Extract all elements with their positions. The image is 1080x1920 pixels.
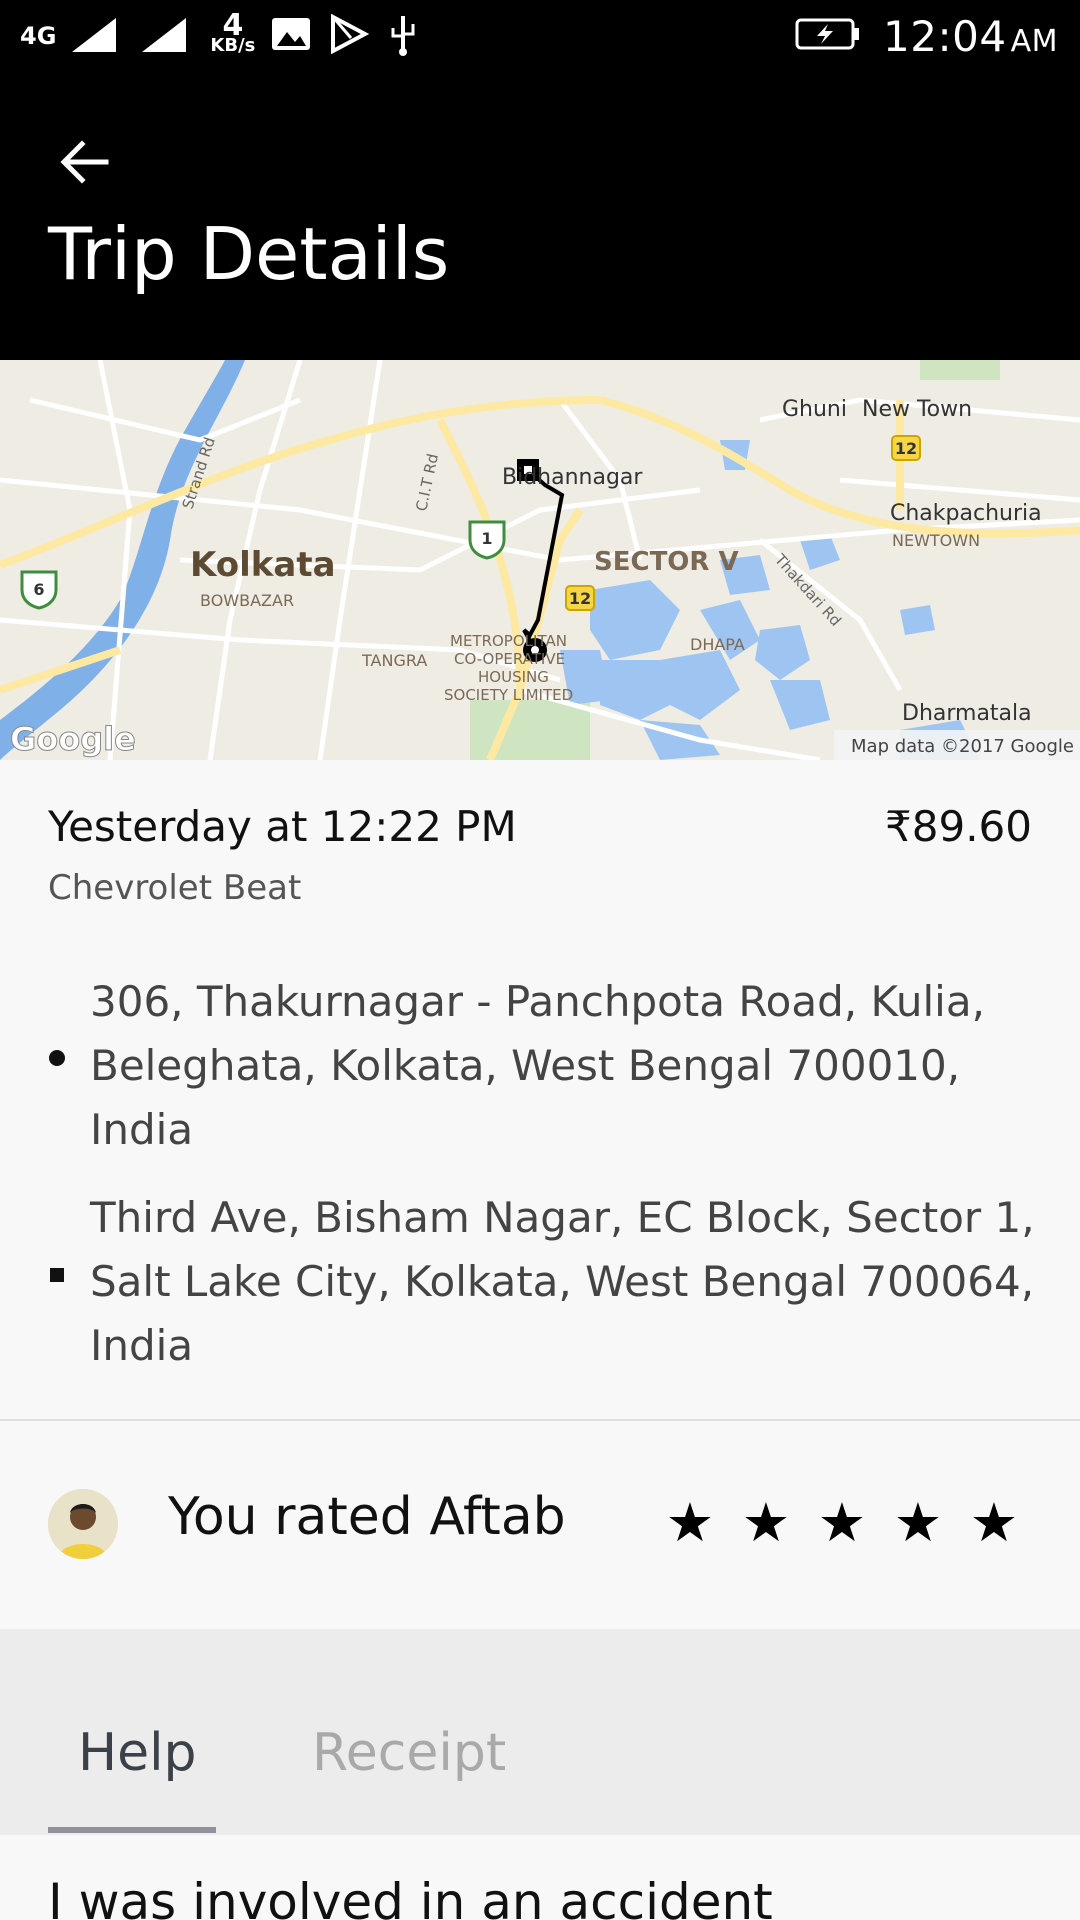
- tab-active-indicator: [48, 1827, 216, 1833]
- trip-summary: Yesterday at 12:22 PM ₹89.60 Chevrolet B…: [0, 760, 1080, 1420]
- signal-icon-2: [140, 14, 196, 58]
- map-label-newtown: NEWTOWN: [892, 531, 980, 550]
- map-attribution: Map data ©2017 Google: [851, 736, 1074, 757]
- map-label-new-town: New Town: [862, 397, 972, 422]
- network-type: 4G: [20, 22, 57, 50]
- tab-help[interactable]: Help: [78, 1723, 197, 1783]
- data-rate-unit: KB/s: [210, 35, 256, 56]
- arrow-back-icon: [60, 140, 109, 184]
- map-label-dharmatala: Dharmatala: [902, 701, 1032, 726]
- map-label-chakpachuria: Chakpachuria: [890, 501, 1042, 526]
- rating-text: You rated Aftab: [168, 1487, 566, 1547]
- map-shield-6: 6: [33, 580, 44, 599]
- google-logo: Google: [10, 720, 136, 758]
- map-label-dhapa: DHAPA: [690, 635, 745, 654]
- usb-icon: [385, 12, 421, 60]
- star-icon: ★: [969, 1491, 1019, 1554]
- signal-icon: [70, 14, 126, 58]
- star-icon: ★: [741, 1491, 791, 1554]
- data-rate: 4 KB/s: [210, 8, 256, 56]
- tab-receipt[interactable]: Receipt: [312, 1723, 506, 1783]
- clock-time: 12:04: [883, 11, 1007, 61]
- trip-date-time: Yesterday at 12:22 PM: [48, 802, 517, 851]
- star-icon: ★: [665, 1491, 715, 1554]
- map-label-metro-2: CO-OPERATIVE: [454, 650, 565, 668]
- pickup-address: 306, Thakurnagar - Panchpota Road, Kulia…: [90, 977, 985, 1154]
- clock: 12:04 AM: [883, 12, 1058, 61]
- driver-avatar: [48, 1489, 118, 1559]
- battery-charging-icon: [795, 16, 861, 56]
- map-label-metro-1: METROPOLITAN: [450, 632, 567, 650]
- status-icons-left: 4G 4 KB/s: [20, 10, 421, 62]
- map-label-kolkata: Kolkata: [190, 545, 336, 585]
- page-title: Trip Details: [48, 212, 450, 296]
- map-shield-12b: 12: [895, 439, 917, 458]
- app-bar: Trip Details: [0, 72, 1080, 360]
- help-item-accident[interactable]: I was involved in an accident: [48, 1873, 773, 1920]
- status-icons-right: 12:04 AM: [795, 10, 1058, 62]
- map-label-bidhannagar: Bidhannagar: [502, 465, 643, 490]
- trip-fare: ₹89.60: [885, 802, 1032, 851]
- back-button[interactable]: [48, 126, 120, 198]
- driver-rating: You rated Aftab ★ ★ ★ ★ ★: [0, 1421, 1080, 1629]
- help-list: I was involved in an accident: [0, 1835, 1080, 1920]
- clock-ampm: AM: [1010, 23, 1058, 59]
- status-bar: 4G 4 KB/s 12:04 AM: [0, 0, 1080, 72]
- dropoff-address: Third Ave, Bisham Nagar, EC Block, Secto…: [90, 1193, 1035, 1370]
- rating-stars: ★ ★ ★ ★ ★: [664, 1491, 1020, 1554]
- map-label-ghuni: Ghuni: [782, 397, 847, 422]
- play-store-icon: [327, 13, 371, 58]
- map-canvas: 6 1 12 12 Kolkata BOWBAZAR TANGRA Bidhan…: [0, 360, 1080, 760]
- tab-bar: Help Receipt: [0, 1629, 1080, 1835]
- map-shield-12a: 12: [569, 589, 591, 608]
- map-label-metro-4: SOCIETY LIMITED: [444, 686, 573, 704]
- map-label-metro-3: HOUSING: [478, 668, 549, 686]
- image-icon: [269, 14, 313, 58]
- map-shield-1: 1: [481, 529, 492, 548]
- map-label-sector-v: SECTOR V: [594, 547, 739, 577]
- map-label-bowbazar: BOWBAZAR: [200, 591, 294, 610]
- data-rate-value: 4: [222, 8, 244, 43]
- vehicle-name: Chevrolet Beat: [48, 868, 302, 908]
- star-icon: ★: [817, 1491, 867, 1554]
- dropoff-square-icon: [50, 1268, 64, 1282]
- map-label-tangra: TANGRA: [361, 651, 427, 670]
- pickup-dot-icon: [49, 1050, 65, 1066]
- trip-map[interactable]: 6 1 12 12 Kolkata BOWBAZAR TANGRA Bidhan…: [0, 360, 1080, 760]
- star-icon: ★: [893, 1491, 943, 1554]
